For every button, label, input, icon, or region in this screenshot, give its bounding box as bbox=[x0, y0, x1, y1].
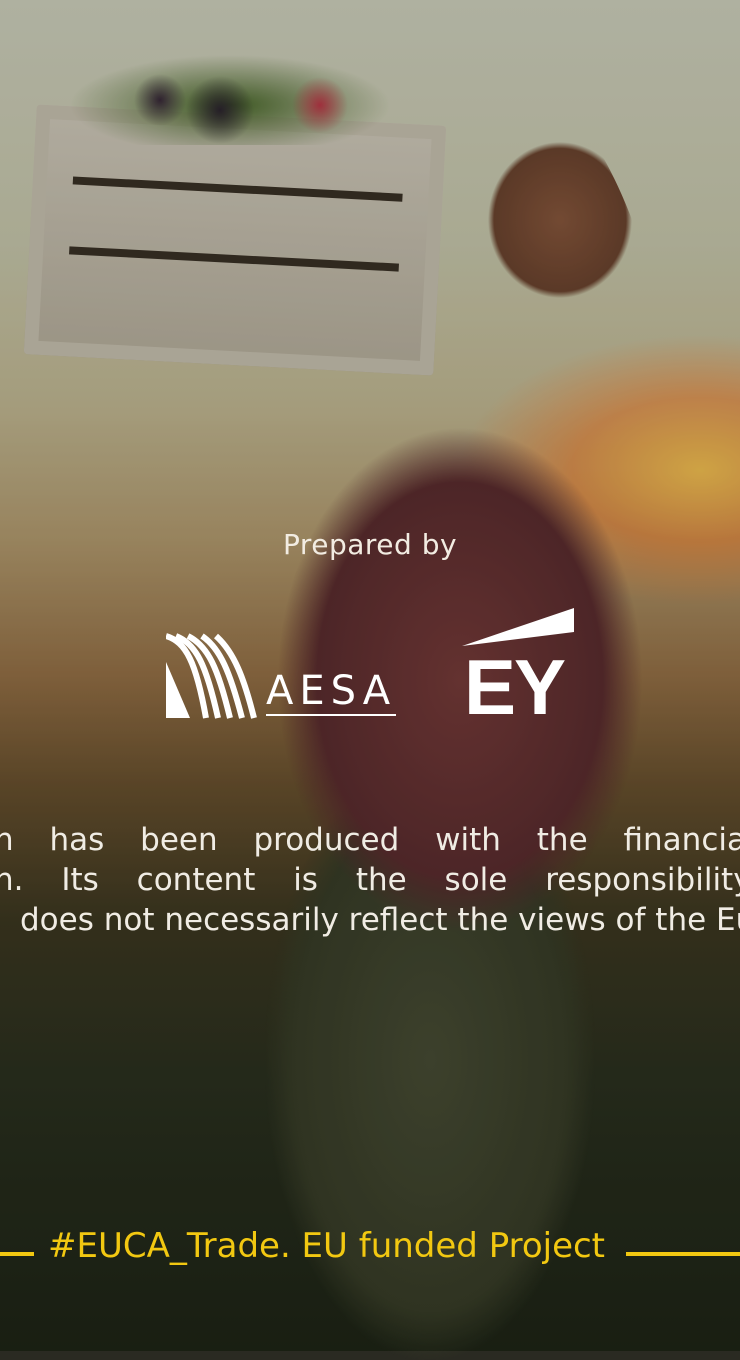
ey-beam-icon bbox=[462, 608, 574, 646]
disclaimer-line-1: n has been produced with the financial s… bbox=[0, 822, 740, 858]
disclaimer-text: n has been produced with the financial s… bbox=[0, 822, 740, 942]
aesa-wordmark: AESA bbox=[266, 668, 397, 716]
ey-wordmark: EY bbox=[464, 643, 566, 731]
disclaimer-line-3: does not necessarily reflect the views o… bbox=[20, 902, 740, 938]
footer-rule-right bbox=[626, 1252, 740, 1256]
footer-rule-left bbox=[0, 1252, 34, 1256]
prepared-by-label: Prepared by bbox=[282, 528, 458, 561]
ey-logo: EY bbox=[462, 606, 578, 731]
aesa-mark-icon bbox=[164, 633, 257, 719]
footer-hashtag: #EUCA_Trade. EU funded Project bbox=[48, 1226, 606, 1266]
aesa-logo: AESA bbox=[164, 632, 397, 722]
disclaimer-line-2: n. Its content is the sole responsibilit… bbox=[0, 862, 740, 898]
